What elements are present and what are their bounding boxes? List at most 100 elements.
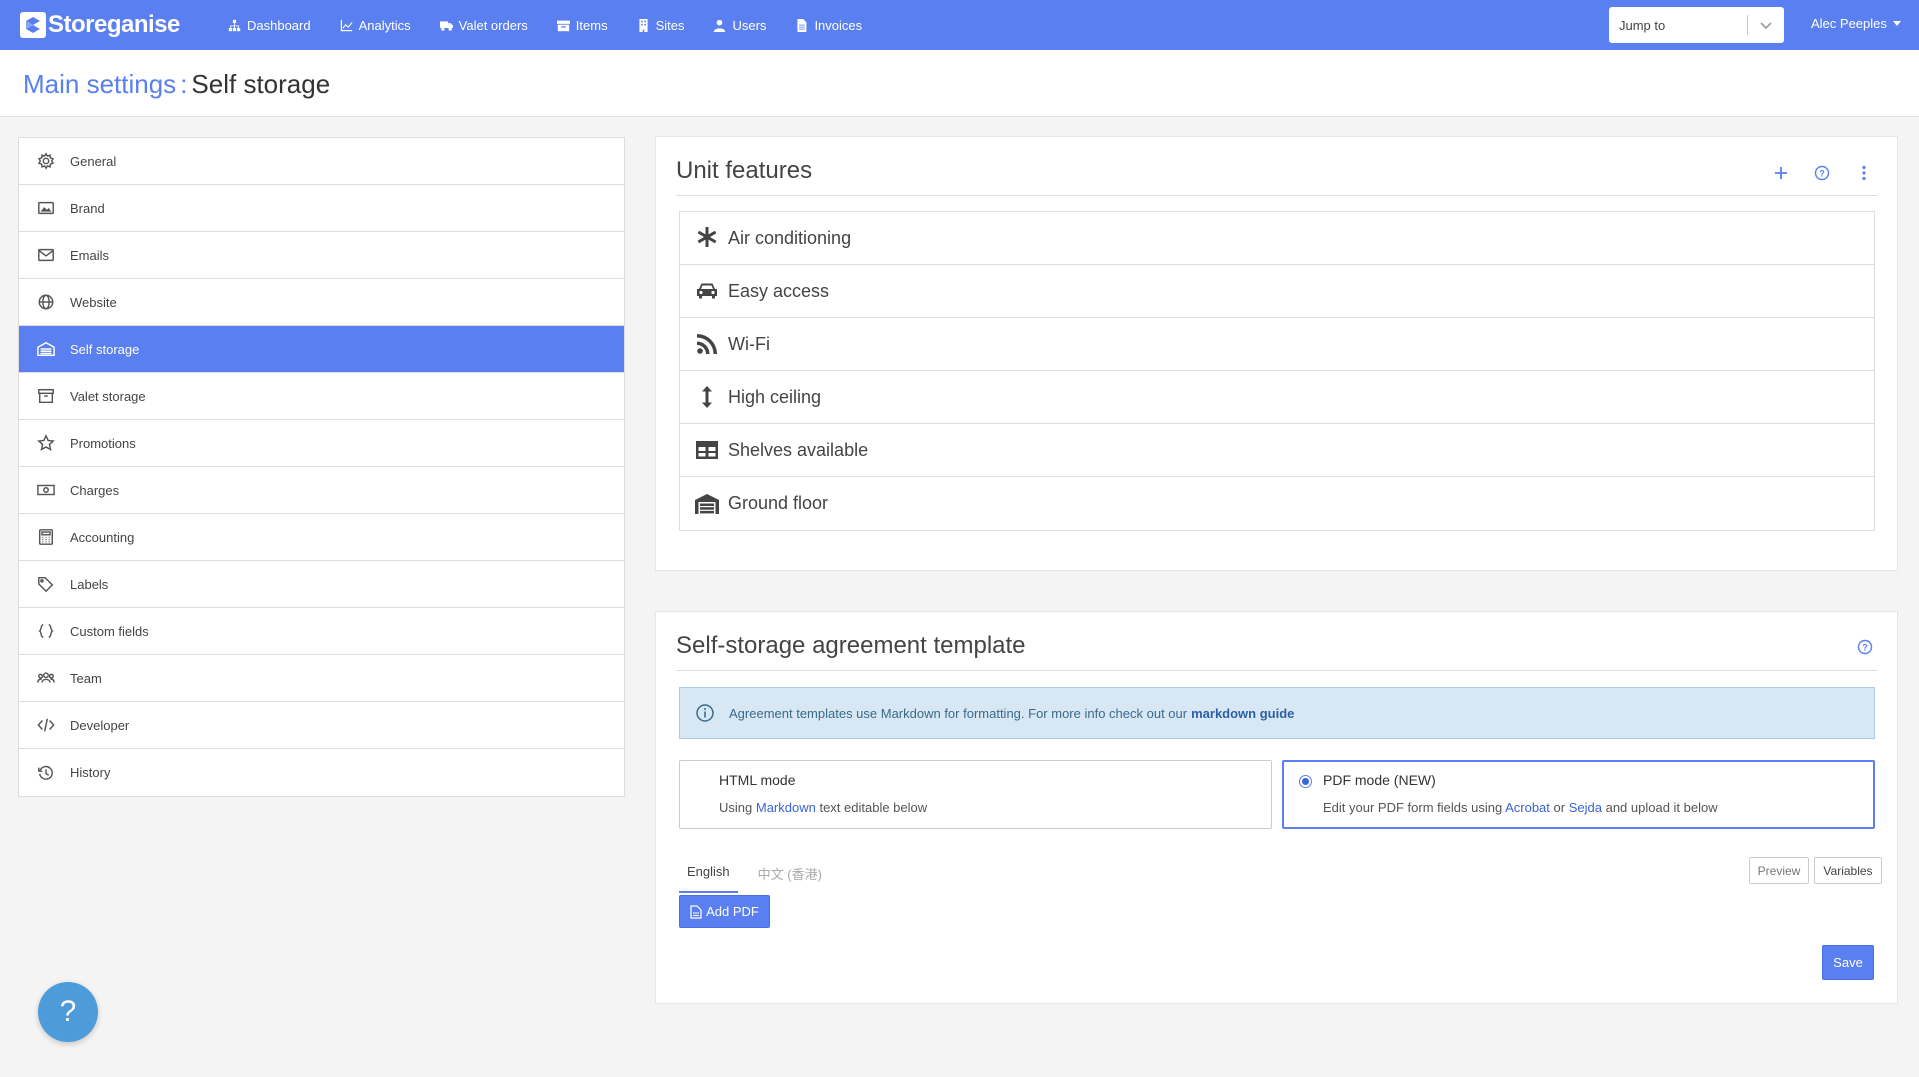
sidebar-item-general[interactable]: General bbox=[19, 138, 624, 185]
feature-label: Shelves available bbox=[728, 439, 869, 460]
add-pdf-button[interactable]: Add PDF bbox=[679, 895, 770, 928]
sidebar-item-website[interactable]: Website bbox=[19, 279, 624, 326]
nav-items[interactable]: Items bbox=[556, 17, 608, 33]
pdf-mode-radio[interactable] bbox=[1299, 775, 1312, 788]
sidebar-item-label: Website bbox=[70, 294, 117, 310]
sidebar-item-promotions[interactable]: Promotions bbox=[19, 420, 624, 467]
nav-label: Invoices bbox=[814, 17, 863, 33]
nav-analytics[interactable]: Analytics bbox=[340, 18, 411, 33]
pdf-mode-option[interactable]: PDF mode (NEW) Edit your PDF form fields… bbox=[1282, 760, 1875, 829]
tab-english[interactable]: English bbox=[679, 859, 738, 893]
sidebar-item-brand[interactable]: Brand bbox=[19, 185, 624, 232]
sidebar-item-label: Valet storage bbox=[70, 388, 146, 404]
sidebar-item-label: General bbox=[70, 153, 117, 169]
sidebar-item-emails[interactable]: Emails bbox=[19, 232, 624, 279]
nav-label: Items bbox=[575, 17, 608, 33]
chevron-down-icon[interactable] bbox=[1748, 18, 1784, 32]
variables-button[interactable]: Variables bbox=[1814, 857, 1882, 884]
radio-selected-dot bbox=[1302, 778, 1309, 785]
help-chat-button[interactable]: ? bbox=[38, 982, 98, 1042]
nav-label: Analytics bbox=[358, 17, 411, 33]
tab-chinese-hk[interactable]: 中文 (香港) bbox=[750, 859, 830, 893]
nav-label: Dashboard bbox=[247, 17, 311, 33]
user-menu[interactable]: Alec Peeples bbox=[1811, 16, 1901, 31]
image-icon bbox=[36, 198, 56, 218]
users-icon bbox=[36, 668, 56, 688]
envelope-icon bbox=[36, 245, 56, 265]
sidebar-item-self-storage[interactable]: Self storage bbox=[19, 326, 624, 373]
sidebar-item-label: Labels bbox=[70, 576, 109, 592]
page-header: Main settings: Self storage bbox=[0, 50, 1919, 117]
info-alert: Agreement templates use Markdown for for… bbox=[679, 687, 1875, 739]
truck-icon bbox=[439, 20, 453, 31]
nav-valet-orders[interactable]: Valet orders bbox=[439, 18, 528, 33]
sidebar-item-label: Accounting bbox=[70, 529, 135, 545]
save-button[interactable]: Save bbox=[1822, 945, 1874, 980]
sidebar-item-valet-storage[interactable]: Valet storage bbox=[19, 373, 624, 420]
preview-button[interactable]: Preview bbox=[1749, 857, 1809, 884]
nav-sites[interactable]: Sites bbox=[637, 17, 685, 33]
top-navbar: Storeganise Dashboard Analytics Valet or… bbox=[0, 0, 1919, 50]
page-title: Self storage bbox=[191, 69, 331, 99]
feature-list: Air conditioning Easy access Wi-Fi High … bbox=[679, 211, 1875, 531]
breadcrumb: Main settings: Self storage bbox=[23, 69, 330, 100]
html-mode-description: Using Markdown text editable below bbox=[719, 800, 927, 815]
nav-label: Sites bbox=[655, 17, 685, 33]
sidebar-item-team[interactable]: Team bbox=[19, 655, 624, 702]
sidebar-item-accounting[interactable]: Accounting bbox=[19, 514, 624, 561]
markdown-guide-link[interactable]: markdown guide bbox=[1191, 706, 1294, 721]
user-icon bbox=[714, 19, 726, 32]
help-circle-icon[interactable]: ? bbox=[1855, 637, 1875, 657]
list-item[interactable]: Wi-Fi bbox=[680, 318, 1874, 371]
tags-icon bbox=[36, 574, 56, 594]
list-item[interactable]: High ceiling bbox=[680, 371, 1874, 424]
html-mode-option[interactable]: HTML mode Using Markdown text editable b… bbox=[679, 760, 1272, 829]
add-feature-button[interactable] bbox=[1771, 163, 1791, 183]
sidebar-item-label: Promotions bbox=[70, 435, 136, 451]
language-tabs: English 中文 (香港) bbox=[679, 859, 842, 893]
sidebar-item-charges[interactable]: Charges bbox=[19, 467, 624, 514]
feature-label: Ground floor bbox=[728, 493, 829, 513]
gear-icon bbox=[36, 151, 56, 171]
nav-users[interactable]: Users bbox=[713, 18, 766, 33]
markdown-link[interactable]: Markdown bbox=[756, 800, 816, 815]
agreement-title: Self-storage agreement template bbox=[676, 632, 1026, 659]
pdf-mode-description: Edit your PDF form fields using Acrobat … bbox=[1323, 800, 1718, 815]
list-item[interactable]: Shelves available bbox=[680, 424, 1874, 477]
add-pdf-label: Add PDF bbox=[706, 904, 759, 919]
rss-icon bbox=[694, 331, 720, 357]
file-icon bbox=[797, 18, 807, 32]
sejda-link[interactable]: Sejda bbox=[1569, 800, 1602, 815]
acrobat-link[interactable]: Acrobat bbox=[1505, 800, 1550, 815]
star-icon bbox=[36, 433, 56, 453]
nav-dashboard[interactable]: Dashboard bbox=[228, 18, 311, 33]
app-name: Storeganise bbox=[48, 11, 180, 38]
caret-down-icon bbox=[1892, 21, 1901, 26]
breadcrumb-separator: : bbox=[180, 69, 188, 99]
svg-text:?: ? bbox=[1862, 643, 1868, 653]
breadcrumb-main-settings[interactable]: Main settings bbox=[23, 69, 176, 99]
html-mode-title: HTML mode bbox=[719, 772, 796, 788]
sidebar-item-labels[interactable]: Labels bbox=[19, 561, 624, 608]
list-item[interactable]: Ground floor bbox=[680, 477, 1874, 530]
list-item[interactable]: Easy access bbox=[680, 265, 1874, 318]
sidebar-item-label: Self storage bbox=[70, 341, 140, 357]
more-vertical-icon[interactable] bbox=[1854, 163, 1874, 183]
sidebar-item-history[interactable]: History bbox=[19, 749, 624, 796]
list-item[interactable]: Air conditioning bbox=[680, 212, 1874, 265]
archive-icon bbox=[556, 20, 570, 31]
agreement-template-panel: Self-storage agreement template ? Agreem… bbox=[655, 611, 1898, 1004]
help-circle-icon[interactable]: ? bbox=[1812, 163, 1832, 183]
app-logo[interactable]: Storeganise bbox=[20, 11, 180, 39]
feature-label: Easy access bbox=[728, 280, 830, 301]
info-text: Agreement templates use Markdown for for… bbox=[729, 705, 1188, 721]
jump-to-select[interactable]: Jump to bbox=[1609, 7, 1784, 43]
nav-invoices[interactable]: Invoices bbox=[795, 18, 862, 33]
code-icon bbox=[36, 715, 56, 735]
desc-text: and upload it below bbox=[1605, 800, 1718, 815]
sidebar-item-custom-fields[interactable]: Custom fields bbox=[19, 608, 624, 655]
sidebar-item-developer[interactable]: Developer bbox=[19, 702, 624, 749]
arrows-vertical-icon bbox=[694, 384, 720, 410]
pdf-mode-title: PDF mode (NEW) bbox=[1323, 772, 1436, 788]
warehouse-icon bbox=[694, 491, 720, 517]
